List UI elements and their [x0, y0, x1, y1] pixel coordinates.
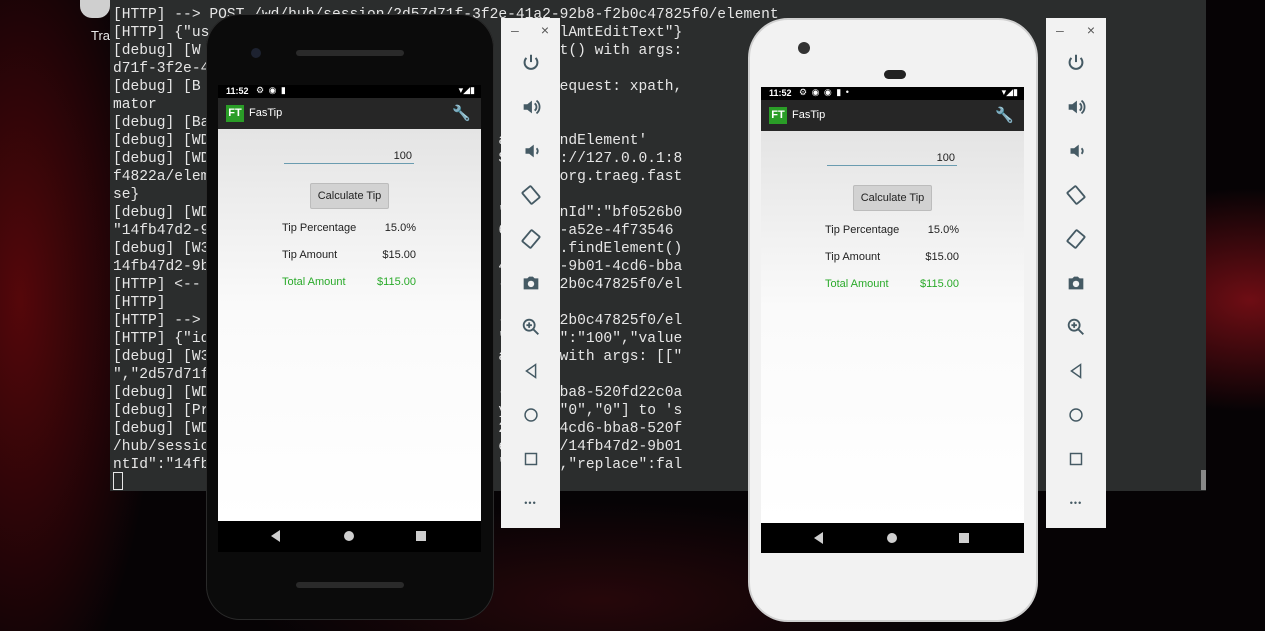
status-bar: 11:52 ⚙ ◉ ◉ ▮ • ▾◢▮ [761, 87, 1024, 100]
settings-wrench-icon[interactable]: 🔧 [452, 104, 471, 122]
speaker-grille [884, 70, 906, 79]
emulator-toolbar-2: – × ••• [1046, 18, 1106, 528]
back-icon[interactable] [1046, 356, 1106, 386]
emulator-screen-2[interactable]: 11:52 ⚙ ◉ ◉ ▮ • ▾◢▮ FT FasTip 🔧 Calculat… [761, 87, 1024, 553]
zoom-icon[interactable] [501, 312, 560, 342]
nav-home-icon[interactable] [344, 531, 354, 541]
status-time: 11:52 [226, 86, 249, 96]
system-icons: ▾◢▮ [458, 85, 475, 95]
tip-amount-value: $15.00 [382, 249, 416, 261]
minimize-button[interactable]: – [1056, 22, 1064, 38]
volume-down-icon[interactable] [1046, 136, 1106, 166]
power-icon[interactable] [1046, 48, 1106, 78]
overview-icon[interactable] [1046, 444, 1106, 474]
back-icon[interactable] [501, 356, 560, 386]
status-time: 11:52 [769, 88, 792, 98]
volume-up-icon[interactable] [1046, 92, 1106, 122]
rotate-right-icon[interactable] [1046, 224, 1106, 254]
nav-home-icon[interactable] [887, 533, 897, 543]
app-title: FasTip [249, 107, 283, 119]
bill-amount-input[interactable] [827, 150, 957, 166]
more-icon[interactable]: ••• [1046, 488, 1106, 518]
trash-icon[interactable] [80, 0, 110, 18]
app-logo-icon: FT [226, 105, 244, 122]
camera-icon[interactable] [1046, 268, 1106, 298]
zoom-icon[interactable] [1046, 312, 1106, 342]
app-bar: FT FasTip 🔧 [218, 98, 481, 129]
emulator-screen-1[interactable]: 11:52 ⚙ ◉ ▮ ▾◢▮ FT FasTip 🔧 Calculate Ti… [218, 85, 481, 552]
notification-icons: ⚙ ◉ ◉ ▮ • [799, 87, 850, 97]
tip-amount-label: Tip Amount [825, 251, 881, 263]
rotate-right-icon[interactable] [501, 224, 560, 254]
terminal-scrollbar[interactable] [1201, 470, 1206, 490]
system-icons: ▾◢▮ [1001, 87, 1018, 97]
tip-percentage-label: Tip Percentage [282, 222, 357, 234]
terminal-cursor [113, 472, 123, 490]
navigation-bar [218, 521, 481, 552]
notification-icons: ⚙ ◉ ▮ [256, 85, 287, 95]
nav-back-icon[interactable] [814, 532, 823, 544]
tip-amount-value: $15.00 [925, 251, 959, 263]
calculate-tip-button[interactable]: Calculate Tip [310, 183, 389, 209]
status-bar: 11:52 ⚙ ◉ ▮ ▾◢▮ [218, 85, 481, 98]
camera-icon[interactable] [501, 268, 560, 298]
speaker-grille [296, 50, 404, 56]
rotate-left-icon[interactable] [1046, 180, 1106, 210]
total-amount-value: $115.00 [377, 276, 416, 288]
tip-amount-label: Tip Amount [282, 249, 338, 261]
calculate-tip-button[interactable]: Calculate Tip [853, 185, 932, 211]
app-bar: FT FasTip 🔧 [761, 100, 1024, 131]
home-icon[interactable] [501, 400, 560, 430]
nav-recents-icon[interactable] [959, 533, 969, 543]
power-icon[interactable] [501, 48, 560, 78]
emulator-toolbar-1: – × ••• [501, 18, 560, 528]
front-camera-icon [798, 42, 810, 54]
tip-percentage-value: 15.0% [927, 224, 959, 236]
front-camera-icon [251, 48, 261, 58]
app-logo-icon: FT [769, 107, 787, 124]
settings-wrench-icon[interactable]: 🔧 [995, 106, 1014, 124]
volume-down-icon[interactable] [501, 136, 560, 166]
more-icon[interactable]: ••• [501, 488, 560, 518]
bill-amount-input[interactable] [284, 148, 414, 164]
minimize-button[interactable]: – [511, 22, 519, 38]
app-content: Calculate Tip Tip Percentage 15.0% Tip A… [218, 129, 481, 521]
nav-recents-icon[interactable] [416, 531, 426, 541]
overview-icon[interactable] [501, 444, 560, 474]
close-button[interactable]: × [541, 22, 549, 38]
navigation-bar [761, 523, 1024, 553]
rotate-left-icon[interactable] [501, 180, 560, 210]
speaker-grille [296, 582, 404, 588]
volume-up-icon[interactable] [501, 92, 560, 122]
tip-percentage-value: 15.0% [384, 222, 416, 234]
total-amount-value: $115.00 [920, 278, 959, 290]
app-content: Calculate Tip Tip Percentage 15.0% Tip A… [761, 131, 1024, 523]
home-icon[interactable] [1046, 400, 1106, 430]
app-title: FasTip [792, 109, 826, 121]
total-amount-label: Total Amount [825, 278, 889, 290]
nav-back-icon[interactable] [271, 530, 280, 542]
total-amount-label: Total Amount [282, 276, 346, 288]
close-button[interactable]: × [1087, 22, 1095, 38]
tip-percentage-label: Tip Percentage [825, 224, 900, 236]
